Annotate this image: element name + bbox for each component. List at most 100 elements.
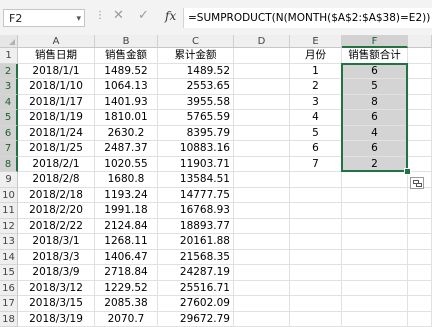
row-header-5[interactable]: 5 [0, 110, 18, 126]
cell-d16[interactable] [234, 281, 290, 297]
fill-handle[interactable] [404, 168, 411, 175]
cell-d3[interactable] [234, 79, 290, 95]
cell-b1[interactable]: 销售金额 [95, 48, 158, 64]
cell-f14[interactable] [342, 250, 408, 266]
cell-g6[interactable] [408, 126, 432, 142]
cell-g1[interactable] [408, 48, 432, 64]
cell-b13[interactable]: 1268.11 [95, 234, 158, 250]
row-header-18[interactable]: 18 [0, 312, 18, 327]
cell-f18[interactable] [342, 312, 408, 327]
cell-a17[interactable]: 2018/3/15 [18, 296, 95, 312]
cell-c18[interactable]: 29672.79 [158, 312, 234, 327]
cell-c13[interactable]: 20161.88 [158, 234, 234, 250]
cell-b14[interactable]: 1406.47 [95, 250, 158, 266]
cell-f15[interactable] [342, 265, 408, 281]
cell-e1[interactable]: 月份 [290, 48, 342, 64]
cell-b2[interactable]: 1489.52 [95, 64, 158, 80]
cell-f10[interactable] [342, 188, 408, 204]
cell-d8[interactable] [234, 157, 290, 173]
cell-g10[interactable] [408, 188, 432, 204]
cell-c15[interactable]: 24287.19 [158, 265, 234, 281]
cell-g18[interactable] [408, 312, 432, 327]
cell-b15[interactable]: 2718.84 [95, 265, 158, 281]
column-header-a[interactable]: A [18, 35, 95, 48]
cell-e5[interactable]: 4 [290, 110, 342, 126]
column-header-d[interactable]: D [234, 35, 290, 48]
cell-a3[interactable]: 2018/1/10 [18, 79, 95, 95]
cell-c7[interactable]: 10883.16 [158, 141, 234, 157]
cell-c11[interactable]: 16768.93 [158, 203, 234, 219]
cell-a9[interactable]: 2018/2/8 [18, 172, 95, 188]
row-header-16[interactable]: 16 [0, 281, 18, 297]
cell-a15[interactable]: 2018/3/9 [18, 265, 95, 281]
cell-g7[interactable] [408, 141, 432, 157]
cell-f11[interactable] [342, 203, 408, 219]
cell-g2[interactable] [408, 64, 432, 80]
cell-f8[interactable]: 2 [342, 157, 408, 173]
cell-f16[interactable] [342, 281, 408, 297]
cell-e10[interactable] [290, 188, 342, 204]
cell-e13[interactable] [290, 234, 342, 250]
cell-c6[interactable]: 8395.79 [158, 126, 234, 142]
cell-a2[interactable]: 2018/1/1 [18, 64, 95, 80]
cell-f12[interactable] [342, 219, 408, 235]
formula-bar-grip-icon[interactable]: ⋮ [95, 10, 105, 21]
cell-g13[interactable] [408, 234, 432, 250]
cell-d12[interactable] [234, 219, 290, 235]
row-header-8[interactable]: 8 [0, 157, 18, 173]
cell-c14[interactable]: 21568.35 [158, 250, 234, 266]
cell-c16[interactable]: 25516.71 [158, 281, 234, 297]
cell-a6[interactable]: 2018/1/24 [18, 126, 95, 142]
cell-b17[interactable]: 2085.38 [95, 296, 158, 312]
cell-e12[interactable] [290, 219, 342, 235]
cell-a14[interactable]: 2018/3/3 [18, 250, 95, 266]
cell-c4[interactable]: 3955.58 [158, 95, 234, 111]
row-header-1[interactable]: 1 [0, 48, 18, 64]
cell-g8[interactable] [408, 157, 432, 173]
cell-d10[interactable] [234, 188, 290, 204]
row-header-13[interactable]: 13 [0, 234, 18, 250]
formula-input[interactable]: =SUMPRODUCT(N(MONTH($A$2:$A$38)=E2)) [183, 8, 432, 28]
cell-b7[interactable]: 2487.37 [95, 141, 158, 157]
row-header-2[interactable]: 2 [0, 64, 18, 80]
cell-e18[interactable] [290, 312, 342, 327]
cell-d13[interactable] [234, 234, 290, 250]
cell-d5[interactable] [234, 110, 290, 126]
cell-a13[interactable]: 2018/3/1 [18, 234, 95, 250]
insert-function-button[interactable]: fx [165, 9, 176, 23]
cell-d11[interactable] [234, 203, 290, 219]
enter-icon[interactable]: ✓ [138, 8, 149, 23]
cell-f4[interactable]: 8 [342, 95, 408, 111]
cell-f13[interactable] [342, 234, 408, 250]
row-header-11[interactable]: 11 [0, 203, 18, 219]
cell-c8[interactable]: 11903.71 [158, 157, 234, 173]
column-header-f[interactable]: F [342, 35, 408, 48]
cell-c9[interactable]: 13584.51 [158, 172, 234, 188]
cell-d14[interactable] [234, 250, 290, 266]
cell-b16[interactable]: 1229.52 [95, 281, 158, 297]
cell-a8[interactable]: 2018/2/1 [18, 157, 95, 173]
row-header-7[interactable]: 7 [0, 141, 18, 157]
cell-c10[interactable]: 14777.75 [158, 188, 234, 204]
row-header-9[interactable]: 9 [0, 172, 18, 188]
row-header-14[interactable]: 14 [0, 250, 18, 266]
cell-a16[interactable]: 2018/3/12 [18, 281, 95, 297]
cell-d1[interactable] [234, 48, 290, 64]
cell-e9[interactable] [290, 172, 342, 188]
cell-g12[interactable] [408, 219, 432, 235]
cell-a4[interactable]: 2018/1/17 [18, 95, 95, 111]
cell-e8[interactable]: 7 [290, 157, 342, 173]
cell-f1[interactable]: 销售额合计 [342, 48, 408, 64]
row-header-12[interactable]: 12 [0, 219, 18, 235]
cell-c5[interactable]: 5765.59 [158, 110, 234, 126]
cell-c17[interactable]: 27602.09 [158, 296, 234, 312]
cell-e17[interactable] [290, 296, 342, 312]
cell-d7[interactable] [234, 141, 290, 157]
cell-f9[interactable] [342, 172, 408, 188]
cell-f7[interactable]: 6 [342, 141, 408, 157]
cell-e6[interactable]: 5 [290, 126, 342, 142]
cell-d18[interactable] [234, 312, 290, 327]
cell-b11[interactable]: 1991.18 [95, 203, 158, 219]
column-header-c[interactable]: C [158, 35, 234, 48]
cell-d9[interactable] [234, 172, 290, 188]
